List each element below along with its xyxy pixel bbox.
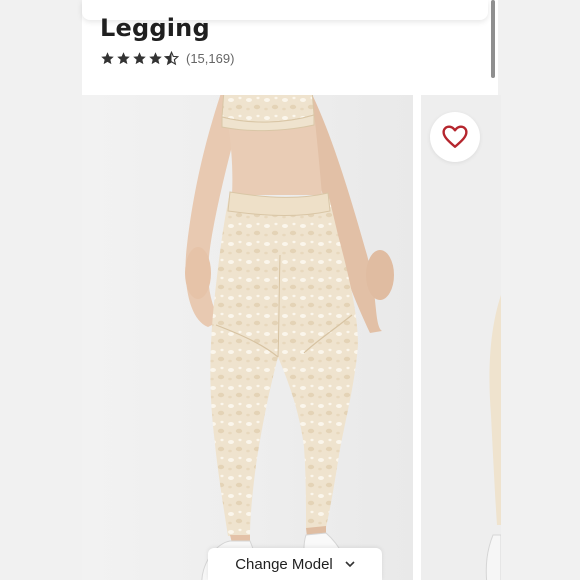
star-full-icon [117, 51, 130, 64]
heart-outline-icon [442, 125, 468, 148]
left-margin [0, 0, 82, 580]
change-model-button[interactable]: Change Model [208, 548, 382, 580]
chevron-down-icon [345, 560, 355, 567]
scrollbar[interactable] [491, 0, 495, 78]
review-count[interactable]: (15,169) [186, 51, 234, 66]
model-illustration [185, 95, 394, 580]
right-margin [498, 0, 580, 580]
product-photo-main[interactable] [82, 95, 413, 580]
star-full-icon [133, 51, 146, 64]
star-full-icon [101, 51, 114, 64]
star-full-icon [149, 51, 162, 64]
product-photo-next[interactable] [421, 95, 501, 580]
product-title: Legging [100, 14, 210, 42]
star-half-icon [164, 50, 179, 65]
product-rating[interactable]: (15,169) [100, 48, 234, 68]
model-illustration-next [485, 295, 501, 580]
change-model-label: Change Model [235, 555, 333, 573]
favorite-button[interactable] [430, 112, 480, 162]
